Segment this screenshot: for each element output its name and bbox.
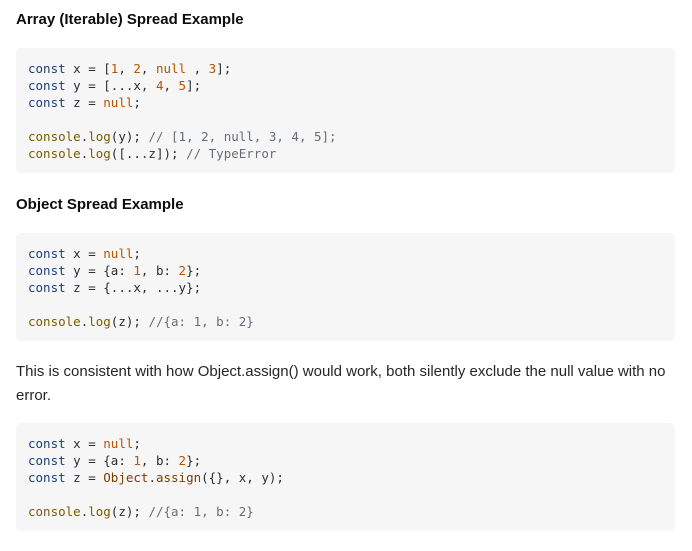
literal-token: null [103,436,134,451]
function-token: log [88,504,111,519]
code-line: console.log([...z]); // TypeError [28,145,663,162]
object-token: assign [155,470,202,485]
code-token: y = {a: [65,263,134,278]
code-token: x = [65,436,104,451]
comment-token: // TypeError [186,146,277,161]
keyword-token: const [28,263,66,278]
function-token: console [28,146,81,161]
keyword-token: const [28,246,66,261]
code-token: (y); [110,129,149,144]
comment-token: // [1, 2, null, 3, 4, 5]; [148,129,337,144]
number-token: 1 [133,453,141,468]
code-token: y = {a: [65,453,134,468]
comment-token: //{a: 1, b: 2} [148,314,254,329]
keyword-token: const [28,78,66,93]
code-line: const y = [...x, 4, 5]; [28,77,663,94]
code-line: const x = null; [28,435,663,452]
code-line: const z = {...x, ...y}; [28,279,663,296]
code-token: ({}, x, y); [201,470,284,485]
keyword-token: const [28,280,66,295]
number-token: 2 [133,61,141,76]
code-line: console.log(z); //{a: 1, b: 2} [28,313,663,330]
code-line: console.log(z); //{a: 1, b: 2} [28,503,663,520]
keyword-token: const [28,61,66,76]
function-token: console [28,129,81,144]
keyword-token: const [28,453,66,468]
keyword-token: const [28,95,66,110]
code-token: x = [65,246,104,261]
object-assign-code-block[interactable]: const x = null; const y = {a: 1, b: 2}; co… [16,423,675,531]
function-token: log [88,146,111,161]
code-token: y = [...x, [65,78,156,93]
code-token: }; [186,453,202,468]
code-token: z = [65,95,104,110]
number-token: 2 [178,453,187,468]
answer-content: Array (Iterable) Spread Example const x … [0,0,692,551]
code-line: const z = null; [28,94,663,111]
code-token: ]; [216,61,232,76]
code-token: z = [65,470,104,485]
code-line: console.log(y); // [1, 2, null, 3, 4, 5]… [28,128,663,145]
literal-token: null [155,61,187,76]
code-token: x = [ [65,61,111,76]
array-spread-code-block[interactable]: const x = [1, 2, null , 3]; const y = [..… [16,48,675,173]
array-spread-heading: Array (Iterable) Spread Example [16,11,244,28]
literal-token: null [103,95,134,110]
explanation-paragraph: This is consistent with how Object.assig… [16,363,666,404]
code-token: ([...z]); [110,146,187,161]
code-token: z = {...x, ...y}; [65,280,202,295]
keyword-token: const [28,470,66,485]
object-spread-code-block[interactable]: const x = null; const y = {a: 1, b: 2}; co… [16,233,675,341]
code-token: , [186,61,209,76]
code-line: const x = null; [28,245,663,262]
code-token: . [148,470,156,485]
number-token: 1 [133,263,141,278]
code-token: ; [133,95,141,110]
code-line: const y = {a: 1, b: 2}; [28,262,663,279]
code-token: ; [133,436,141,451]
code-token: }; [186,263,202,278]
code-token: , [163,78,179,93]
literal-token: null [103,246,134,261]
code-line: const x = [1, 2, null , 3]; [28,60,663,77]
code-token: ]; [186,78,202,93]
code-token: , [118,61,134,76]
object-token: Object [103,470,149,485]
number-token: 5 [178,78,187,93]
keyword-token: const [28,436,66,451]
code-token: , b: [140,263,179,278]
object-spread-heading: Object Spread Example [16,196,184,213]
function-token: console [28,504,81,519]
code-token: (z); [110,314,149,329]
comment-token: //{a: 1, b: 2} [148,504,254,519]
code-line: const z = Object.assign({}, x, y); [28,469,663,486]
code-line: const y = {a: 1, b: 2}; [28,452,663,469]
function-token: console [28,314,81,329]
number-token: 2 [178,263,187,278]
code-token: , [140,61,156,76]
code-token: ; [133,246,141,261]
code-token: (z); [110,504,149,519]
code-token: , b: [140,453,179,468]
function-token: log [88,314,111,329]
function-token: log [88,129,111,144]
